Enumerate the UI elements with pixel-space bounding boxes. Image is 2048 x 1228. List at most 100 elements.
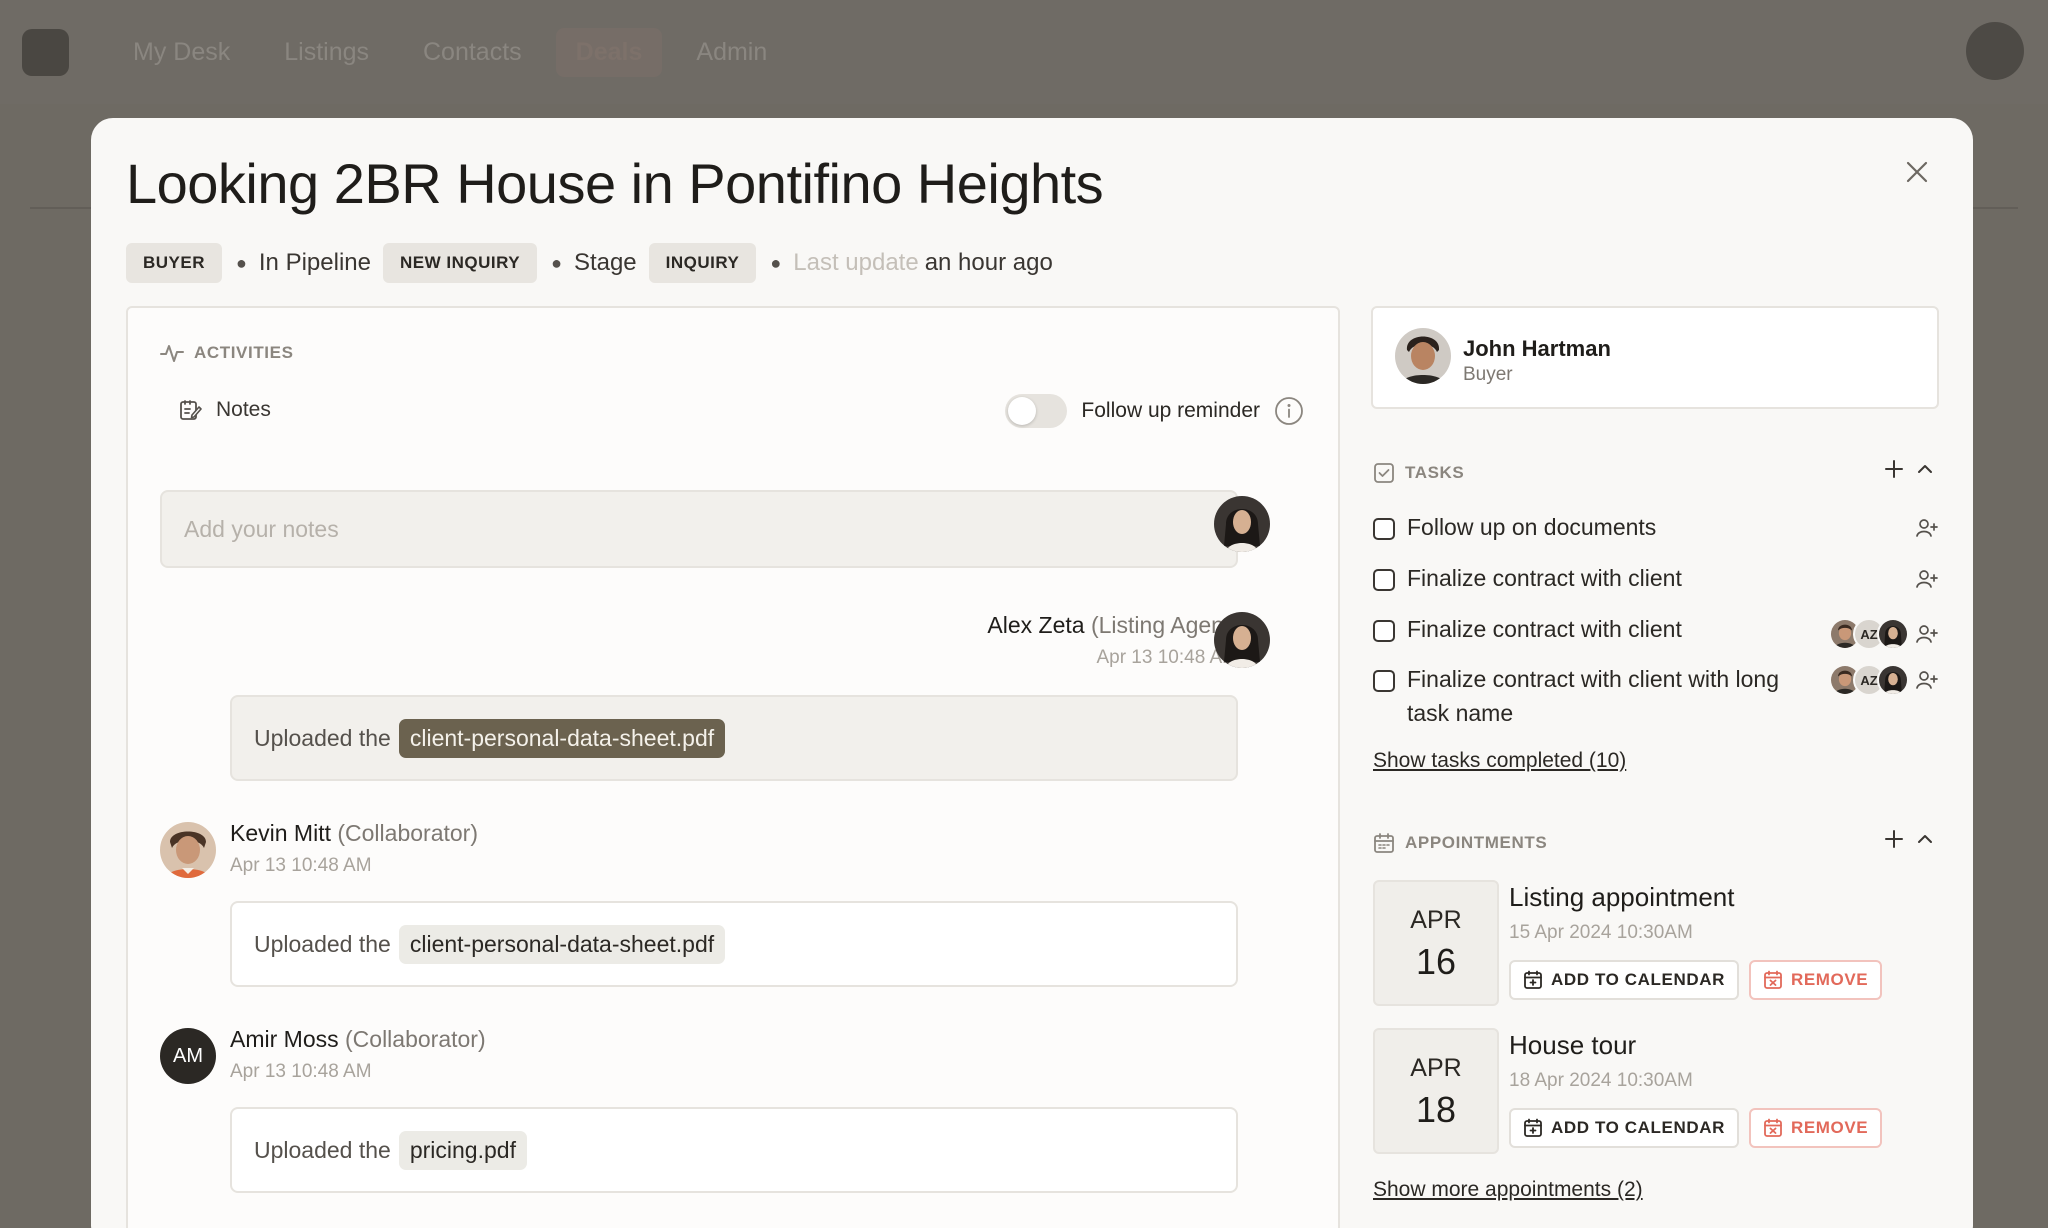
avatar bbox=[1214, 612, 1270, 668]
add-task-icon[interactable] bbox=[1883, 458, 1905, 480]
nav-my-desk[interactable]: My Desk bbox=[113, 28, 250, 77]
appointment-date-tile: APR 18 bbox=[1373, 1028, 1499, 1154]
add-appointment-icon[interactable] bbox=[1883, 828, 1905, 850]
activity-upload-box: Uploaded the client-personal-data-sheet.… bbox=[230, 901, 1238, 987]
client-card[interactable]: John Hartman Buyer bbox=[1371, 306, 1939, 409]
notes-tab[interactable]: Notes bbox=[178, 398, 271, 422]
upload-prefix: Uploaded the bbox=[254, 1136, 391, 1163]
in-pipeline-label: In Pipeline bbox=[258, 249, 371, 276]
add-to-calendar-button[interactable]: ADD TO CALENDAR bbox=[1509, 1108, 1739, 1148]
appointment-month: APR bbox=[1410, 906, 1462, 934]
task-item: Follow up on documents bbox=[1373, 514, 1939, 544]
remove-label: REMOVE bbox=[1790, 970, 1869, 989]
task-checkbox[interactable] bbox=[1373, 518, 1395, 540]
client-role: Buyer bbox=[1463, 364, 1513, 385]
upload-prefix: Uploaded the bbox=[254, 930, 391, 957]
app-logo[interactable] bbox=[22, 28, 69, 76]
follow-up-toggle[interactable] bbox=[1005, 394, 1068, 428]
show-more-appointments-link[interactable]: Show more appointments (2) bbox=[1373, 1178, 1643, 1202]
add-to-calendar-label: ADD TO CALENDAR bbox=[1551, 1118, 1725, 1137]
author-name: Kevin Mitt bbox=[230, 820, 331, 846]
info-icon[interactable] bbox=[1274, 396, 1304, 426]
chevron-up-icon[interactable] bbox=[1915, 829, 1935, 849]
avatar: AM bbox=[160, 1028, 216, 1084]
task-label: Finalize contract with client bbox=[1407, 616, 1682, 642]
calendar-remove-icon bbox=[1764, 970, 1782, 989]
deal-meta: BUYER ● In Pipeline NEW INQUIRY ● Stage … bbox=[126, 243, 1053, 283]
task-item: Finalize contract with client with long … bbox=[1373, 664, 1939, 730]
appointment-day: 18 bbox=[1415, 1089, 1457, 1130]
activity-upload-box: Uploaded the pricing.pdf bbox=[230, 1107, 1238, 1193]
task-assignees: AZ bbox=[1829, 664, 1909, 696]
remove-label: REMOVE bbox=[1790, 1118, 1869, 1137]
assignee-avatar bbox=[1877, 664, 1909, 696]
assign-user-icon[interactable] bbox=[1915, 516, 1939, 540]
author-name: Alex Zeta bbox=[987, 612, 1085, 638]
last-update-label: Last update bbox=[793, 249, 919, 276]
close-icon[interactable] bbox=[1901, 156, 1933, 188]
activity-entry-header: Kevin Mitt (Collaborator) Apr 13 10:48 A… bbox=[230, 820, 478, 877]
appointment-time: 15 Apr 2024 10:30AM bbox=[1509, 922, 1693, 943]
appointment-title: House tour bbox=[1509, 1030, 1637, 1060]
remove-appointment-button[interactable]: REMOVE bbox=[1748, 1108, 1883, 1148]
show-completed-tasks-link[interactable]: Show tasks completed (10) bbox=[1373, 749, 1626, 773]
app-nav: My Desk Listings Contacts Deals Admin bbox=[113, 27, 787, 77]
activity-entry-header: Alex Zeta (Listing Agent) Apr 13 10:48 A… bbox=[987, 612, 1238, 669]
calendar-add-icon bbox=[1524, 970, 1542, 989]
task-label: Finalize contract with client with long … bbox=[1407, 666, 1779, 726]
app-topbar: My Desk Listings Contacts Deals Admin bbox=[0, 0, 2048, 104]
file-link[interactable]: client-personal-data-sheet.pdf bbox=[398, 924, 726, 964]
chevron-up-icon[interactable] bbox=[1915, 459, 1935, 479]
tasks-heading-label: TASKS bbox=[1405, 463, 1465, 482]
nav-listings[interactable]: Listings bbox=[264, 28, 389, 77]
last-update-value: an hour ago bbox=[924, 249, 1053, 276]
activity-entry-header: Amir Moss (Collaborator) Apr 13 10:48 AM bbox=[230, 1026, 486, 1083]
appointment-title: Listing appointment bbox=[1509, 882, 1735, 912]
upload-prefix: Uploaded the bbox=[254, 724, 391, 751]
client-avatar bbox=[1395, 328, 1451, 384]
calendar-icon bbox=[1374, 833, 1394, 853]
appointment-month: APR bbox=[1410, 1054, 1462, 1082]
current-user-avatar bbox=[1214, 496, 1270, 552]
nav-deals[interactable]: Deals bbox=[555, 27, 663, 77]
deal-title: Looking 2BR House in Pontifino Heights bbox=[126, 152, 1104, 215]
appointment-date-tile: APR 16 bbox=[1373, 880, 1499, 1006]
assign-user-icon[interactable] bbox=[1915, 668, 1939, 692]
task-checkbox[interactable] bbox=[1373, 569, 1395, 591]
tasks-checkbox-icon bbox=[1374, 463, 1394, 483]
stage-badge: INQUIRY bbox=[648, 243, 757, 283]
appointment-time: 18 Apr 2024 10:30AM bbox=[1509, 1070, 1693, 1091]
user-avatar[interactable] bbox=[1966, 22, 2024, 80]
assign-user-icon[interactable] bbox=[1915, 622, 1939, 646]
nav-contacts[interactable]: Contacts bbox=[403, 28, 542, 77]
client-name: John Hartman bbox=[1463, 336, 1611, 361]
separator-dot: ● bbox=[770, 252, 782, 273]
buyer-badge: BUYER bbox=[126, 243, 223, 283]
tasks-heading: TASKS bbox=[1373, 459, 1939, 484]
task-label: Finalize contract with client bbox=[1407, 565, 1682, 591]
author-name: Amir Moss bbox=[230, 1026, 339, 1052]
deal-modal: Looking 2BR House in Pontifino Heights B… bbox=[91, 118, 1973, 1228]
separator-dot: ● bbox=[551, 252, 562, 273]
task-assignees: AZ bbox=[1829, 618, 1909, 650]
appointment-day: 16 bbox=[1415, 941, 1457, 982]
task-checkbox[interactable] bbox=[1373, 670, 1395, 692]
task-checkbox[interactable] bbox=[1373, 620, 1395, 642]
assign-user-icon[interactable] bbox=[1915, 567, 1939, 591]
notes-input[interactable] bbox=[160, 490, 1238, 568]
activity-time: Apr 13 10:48 AM bbox=[230, 855, 372, 876]
nav-admin[interactable]: Admin bbox=[676, 28, 787, 77]
add-to-calendar-button[interactable]: ADD TO CALENDAR bbox=[1509, 960, 1739, 1000]
pipeline-badge: NEW INQUIRY bbox=[382, 243, 538, 283]
activity-upload-box: Uploaded the client-personal-data-sheet.… bbox=[230, 695, 1238, 781]
activity-pulse-icon bbox=[160, 345, 184, 362]
activities-panel: ACTIVITIES Notes Follow up reminder Alex bbox=[126, 306, 1340, 1228]
appointment-item: APR 16 Listing appointment 15 Apr 2024 1… bbox=[1373, 880, 1939, 1006]
file-link[interactable]: pricing.pdf bbox=[398, 1130, 527, 1170]
author-role: (Collaborator) bbox=[345, 1026, 486, 1052]
appointments-heading: APPOINTMENTS bbox=[1373, 829, 1939, 854]
activities-heading-label: ACTIVITIES bbox=[194, 343, 294, 362]
calendar-remove-icon bbox=[1764, 1118, 1782, 1137]
remove-appointment-button[interactable]: REMOVE bbox=[1748, 960, 1883, 1000]
file-link[interactable]: client-personal-data-sheet.pdf bbox=[398, 718, 726, 758]
